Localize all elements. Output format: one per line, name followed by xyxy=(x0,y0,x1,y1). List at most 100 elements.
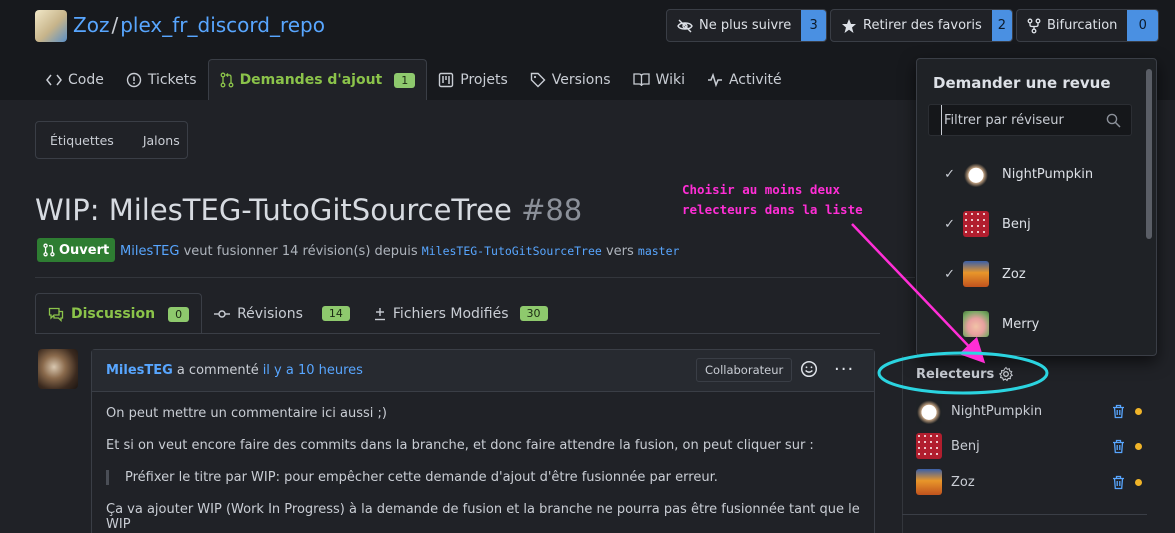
dropdown-scrollbar[interactable] xyxy=(1146,69,1152,239)
comment-author-link[interactable]: MilesTEG xyxy=(106,363,173,378)
source-branch[interactable]: MilesTEG-TutoGitSourceTree xyxy=(422,244,602,258)
unwatch-button[interactable]: Ne plus suivre 3 xyxy=(666,9,827,42)
repo-avatar[interactable] xyxy=(35,10,67,42)
tab-files-changed[interactable]: Fichiers Modifiés 30 xyxy=(362,293,560,334)
reviewers-heading[interactable]: Relecteurs xyxy=(916,366,1014,382)
avatar[interactable] xyxy=(38,349,78,389)
unwatch-label: Ne plus suivre xyxy=(699,18,792,33)
reviewer-option[interactable]: Merry xyxy=(917,300,1145,348)
commit-icon xyxy=(214,309,231,318)
project-icon xyxy=(439,72,454,87)
star-icon xyxy=(842,18,856,33)
annotation-text: Choisir au moins deux relecteurs dans la… xyxy=(682,180,863,220)
discussion-count: 0 xyxy=(168,306,190,322)
avatar xyxy=(963,211,989,237)
check-icon: ✓ xyxy=(944,166,955,182)
status-badge: Ouvert xyxy=(37,238,116,262)
target-branch[interactable]: master xyxy=(638,244,680,258)
pr-author-link[interactable]: MilesTEG xyxy=(120,244,179,259)
tab-releases[interactable]: Versions xyxy=(519,59,622,100)
reviewer-name[interactable]: NightPumpkin xyxy=(951,404,1112,419)
reviewer-search xyxy=(928,104,1132,136)
reviewer-option[interactable]: ✓ Zoz xyxy=(917,250,1145,298)
tab-commits-label: Révisions xyxy=(237,305,303,322)
labels-milestones-group: Étiquettes Jalons xyxy=(35,121,188,159)
divider xyxy=(35,277,915,278)
check-icon: ✓ xyxy=(944,266,955,282)
repo-name-link[interactable]: plex_fr_discord_repo xyxy=(120,13,325,37)
tab-wiki[interactable]: Wiki xyxy=(622,59,696,100)
stars-count[interactable]: 2 xyxy=(991,10,1012,41)
labels-button[interactable]: Étiquettes xyxy=(36,133,114,148)
comment-quote: Préfixer le titre par WIP: pour empêcher… xyxy=(106,470,860,485)
pull-request-icon xyxy=(220,72,234,88)
comment-header: MilesTEG a commenté il y a 10 heures Col… xyxy=(92,350,874,392)
reviewer-option-name: Zoz xyxy=(1002,266,1026,282)
reviewer-search-input[interactable] xyxy=(941,105,1101,135)
pr-title-text: WIP: MilesTEG-TutoGitSourceTree xyxy=(35,193,512,227)
reviewer-row: Zoz xyxy=(916,468,1146,496)
reviewer-name[interactable]: Zoz xyxy=(951,475,1112,490)
avatar[interactable] xyxy=(916,433,942,459)
comment-icon xyxy=(48,307,64,322)
forks-count[interactable]: 0 xyxy=(1127,10,1158,41)
comment-paragraph: Ça va ajouter WIP (Work In Progress) à l… xyxy=(106,502,860,532)
pending-status-dot xyxy=(1135,442,1142,450)
comment-body: On peut mettre un commentaire ici aussi … xyxy=(92,406,874,532)
fork-label: Bifurcation xyxy=(1047,18,1118,33)
comment-paragraph: Et si on veut encore faire des commits d… xyxy=(106,438,814,453)
reviewer-option[interactable]: ✓ Benj xyxy=(917,200,1145,248)
avatar xyxy=(963,311,989,337)
tab-commits[interactable]: Révisions 14 xyxy=(202,293,362,334)
reviewers-title: Relecteurs xyxy=(916,366,995,382)
reviewer-name[interactable]: Benj xyxy=(951,439,1112,454)
annotation-line: relecteurs dans la liste xyxy=(682,202,863,217)
smiley-icon[interactable] xyxy=(800,360,818,378)
pr-merge-text: veut fusionner 14 révision(s) depuis xyxy=(183,244,418,259)
more-options-icon[interactable]: ··· xyxy=(834,359,854,380)
book-icon xyxy=(632,73,650,87)
status-label: Ouvert xyxy=(59,242,110,258)
reviewer-option[interactable]: ✓ NightPumpkin xyxy=(917,150,1145,198)
avatar xyxy=(963,261,989,287)
repo-tabs: Code Tickets Demandes d'ajout 1 Projets … xyxy=(35,59,793,100)
unstar-button[interactable]: Retirer des favoris 2 xyxy=(830,9,1013,42)
eye-slash-icon xyxy=(677,19,693,32)
repo-owner-link[interactable]: Zoz xyxy=(73,13,109,37)
milestones-button[interactable]: Jalons xyxy=(114,133,180,148)
watchers-count[interactable]: 3 xyxy=(801,10,826,41)
tab-discussion-label: Discussion xyxy=(71,306,156,322)
trash-icon[interactable] xyxy=(1112,475,1125,490)
comment-time-link[interactable]: il y a 10 heures xyxy=(263,363,363,378)
files-changed-count: 30 xyxy=(519,306,548,321)
pulse-icon xyxy=(707,72,722,87)
tab-activity[interactable]: Activité xyxy=(696,59,793,100)
tab-projects[interactable]: Projets xyxy=(427,59,519,100)
tab-pull-requests[interactable]: Demandes d'ajout 1 xyxy=(207,59,428,100)
reviewer-row: Benj xyxy=(916,432,1146,460)
tab-issues-label: Tickets xyxy=(147,71,197,88)
tag-icon xyxy=(530,72,546,87)
avatar[interactable] xyxy=(916,469,942,495)
divider xyxy=(902,514,1147,515)
trash-icon[interactable] xyxy=(1112,439,1125,454)
tab-releases-label: Versions xyxy=(551,71,611,88)
avatar[interactable] xyxy=(916,398,942,424)
tab-code[interactable]: Code xyxy=(35,59,115,100)
tab-discussion[interactable]: Discussion 0 xyxy=(35,293,203,334)
divider xyxy=(35,333,880,334)
comment-action: a commenté xyxy=(176,363,259,378)
code-icon xyxy=(46,74,62,85)
gear-icon[interactable] xyxy=(998,366,1014,382)
trash-icon[interactable] xyxy=(1112,404,1125,419)
comment-paragraph: On peut mettre un commentaire ici aussi … xyxy=(106,406,387,421)
pull-requests-count: 1 xyxy=(394,72,416,88)
check-icon: ✓ xyxy=(944,216,955,232)
tab-wiki-label: Wiki xyxy=(655,71,685,88)
fork-icon xyxy=(1027,18,1041,33)
reviewer-option-name: Benj xyxy=(1002,216,1031,232)
tab-issues[interactable]: Tickets xyxy=(115,59,208,100)
tab-files-changed-label: Fichiers Modifiés xyxy=(392,305,509,322)
fork-button[interactable]: Bifurcation 0 xyxy=(1016,9,1159,42)
pending-status-dot xyxy=(1135,478,1142,486)
